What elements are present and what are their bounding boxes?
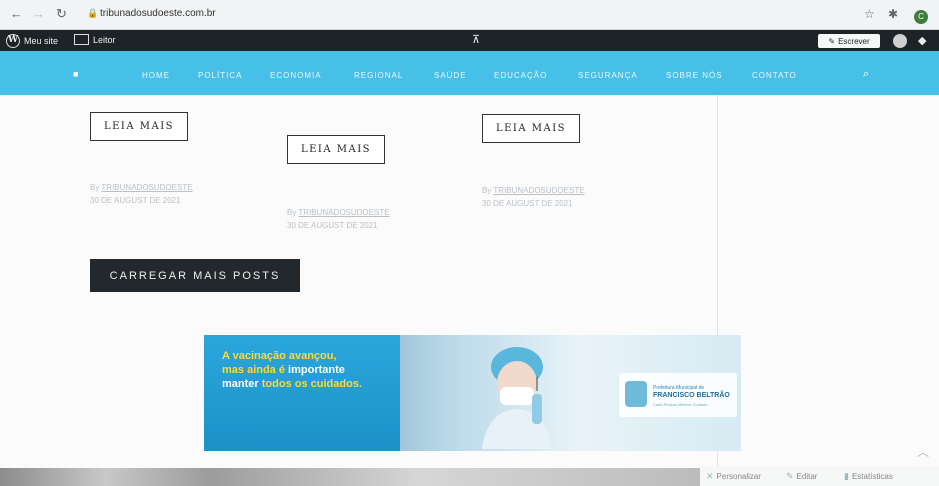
post-meta: By TRIBUNADOSUDOESTE 30 DE AUGUST DE 202… [90, 181, 193, 207]
home-icon[interactable]: ■ [73, 69, 78, 79]
stats-bars-icon: ▮ [844, 471, 849, 481]
author-link[interactable]: TRIBUNADOSUDOESTE [298, 208, 389, 217]
wp-footer-actions: ✕ Personalizar ✎ Editar ▮ Estatísticas [700, 466, 939, 486]
my-site-link[interactable]: W Meu site [6, 34, 58, 48]
logo-subtitle: Prefeitura Municipal de [653, 385, 705, 391]
wordpress-logo-icon: W [6, 34, 20, 48]
reader-label: Leitor [93, 34, 116, 45]
pencil-icon: ✎ [786, 471, 794, 481]
banner-line-2: mas ainda é importante [222, 364, 345, 376]
nav-item-seguranca[interactable]: SEGURANÇA [578, 71, 638, 80]
by-label: By [287, 208, 297, 217]
customize-label: Personalizar [716, 472, 762, 481]
write-button[interactable]: ✎ Escrever [818, 34, 880, 48]
edit-link[interactable]: ✎ Editar [786, 471, 817, 482]
city-emblem-icon [625, 381, 647, 407]
user-avatar[interactable] [893, 34, 907, 48]
reader-link[interactable]: Leitor [74, 34, 116, 45]
stats-label: Estatísticas [851, 472, 893, 481]
author-link[interactable]: TRIBUNADOSUDOESTE [101, 183, 192, 192]
by-label: By [482, 186, 492, 195]
forward-arrow-icon[interactable]: → [32, 6, 45, 21]
address-bar[interactable]: tribunadosudoeste.com.br [100, 8, 216, 19]
browser-toolbar: ← → ↻ 🔒 tribunadosudoeste.com.br ☆ ✱ C [0, 0, 939, 30]
logo-tagline: Cada Pessoa Merece Cuidado [653, 402, 708, 407]
post-meta: By TRIBUNADOSUDOESTE 30 DE AUGUST DE 202… [287, 206, 390, 232]
pencil-icon: ✎ [828, 36, 836, 46]
logo-title: FRANCISCO BELTRÃO [653, 392, 730, 399]
nav-item-home[interactable]: HOME [142, 71, 170, 80]
wp-admin-bar: W Meu site Leitor ⊼ ✎ Escrever ◆ [0, 30, 939, 51]
edit-label: Editar [796, 472, 818, 481]
customize-link[interactable]: ✕ Personalizar [706, 471, 761, 482]
star-icon[interactable]: ☆ [864, 7, 875, 21]
vaccination-banner[interactable]: A vacinação avançou, mas ainda é importa… [204, 335, 741, 451]
banner-line-1: A vacinação avançou, [222, 350, 337, 362]
nav-item-sobre-nos[interactable]: SOBRE NÓS [666, 71, 723, 80]
next-section-image [0, 468, 700, 486]
extensions-icon[interactable]: ✱ [888, 7, 898, 21]
nurse-illustration [482, 347, 552, 449]
search-icon[interactable]: ⌕ [863, 68, 869, 81]
by-label: By [90, 183, 100, 192]
scroll-to-top-icon[interactable]: ︿ [917, 443, 929, 460]
post-meta: By TRIBUNADOSUDOESTE 30 DE AUGUST DE 202… [482, 184, 585, 210]
nav-item-educacao[interactable]: EDUCAÇÃO [494, 71, 547, 80]
site-switch-icon[interactable]: ⊼ [472, 33, 480, 46]
banner-headline: A vacinação avançou, mas ainda é importa… [222, 349, 402, 391]
read-more-button[interactable]: LEIA MAIS [482, 114, 580, 143]
post-date: 30 DE AUGUST DE 2021 [482, 199, 573, 208]
reader-icon [74, 34, 89, 45]
back-arrow-icon[interactable]: ← [10, 6, 23, 21]
my-site-label: Meu site [24, 36, 59, 46]
reload-icon[interactable]: ↻ [56, 6, 67, 22]
prefeitura-logo: Prefeitura Municipal de FRANCISCO BELTRÃ… [619, 373, 737, 417]
post-date: 30 DE AUGUST DE 2021 [90, 196, 181, 205]
read-more-button[interactable]: LEIA MAIS [90, 112, 188, 141]
main-navigation: ■ HOME POLÍTICA ECONOMIA REGIONAL SAÚDE … [0, 51, 939, 95]
customize-icon: ✕ [706, 471, 714, 481]
read-more-button[interactable]: LEIA MAIS [287, 135, 385, 164]
notifications-icon[interactable]: ◆ [918, 34, 926, 47]
stats-link[interactable]: ▮ Estatísticas [844, 471, 893, 482]
nav-item-economia[interactable]: ECONOMIA [270, 71, 322, 80]
nav-item-regional[interactable]: REGIONAL [354, 71, 403, 80]
nav-item-contato[interactable]: CONTATO [752, 71, 797, 80]
nav-item-politica[interactable]: POLÍTICA [198, 71, 242, 80]
profile-avatar[interactable]: C [914, 10, 928, 24]
write-label: Escrever [838, 36, 870, 46]
load-more-button[interactable]: CARREGAR MAIS POSTS [90, 259, 300, 292]
banner-line-3: manter todos os cuidados. [222, 378, 362, 390]
post-date: 30 DE AUGUST DE 2021 [287, 221, 378, 230]
lock-icon: 🔒 [87, 8, 99, 18]
author-link[interactable]: TRIBUNADOSUDOESTE [493, 186, 584, 195]
nav-item-saude[interactable]: SAÚDE [434, 71, 467, 80]
